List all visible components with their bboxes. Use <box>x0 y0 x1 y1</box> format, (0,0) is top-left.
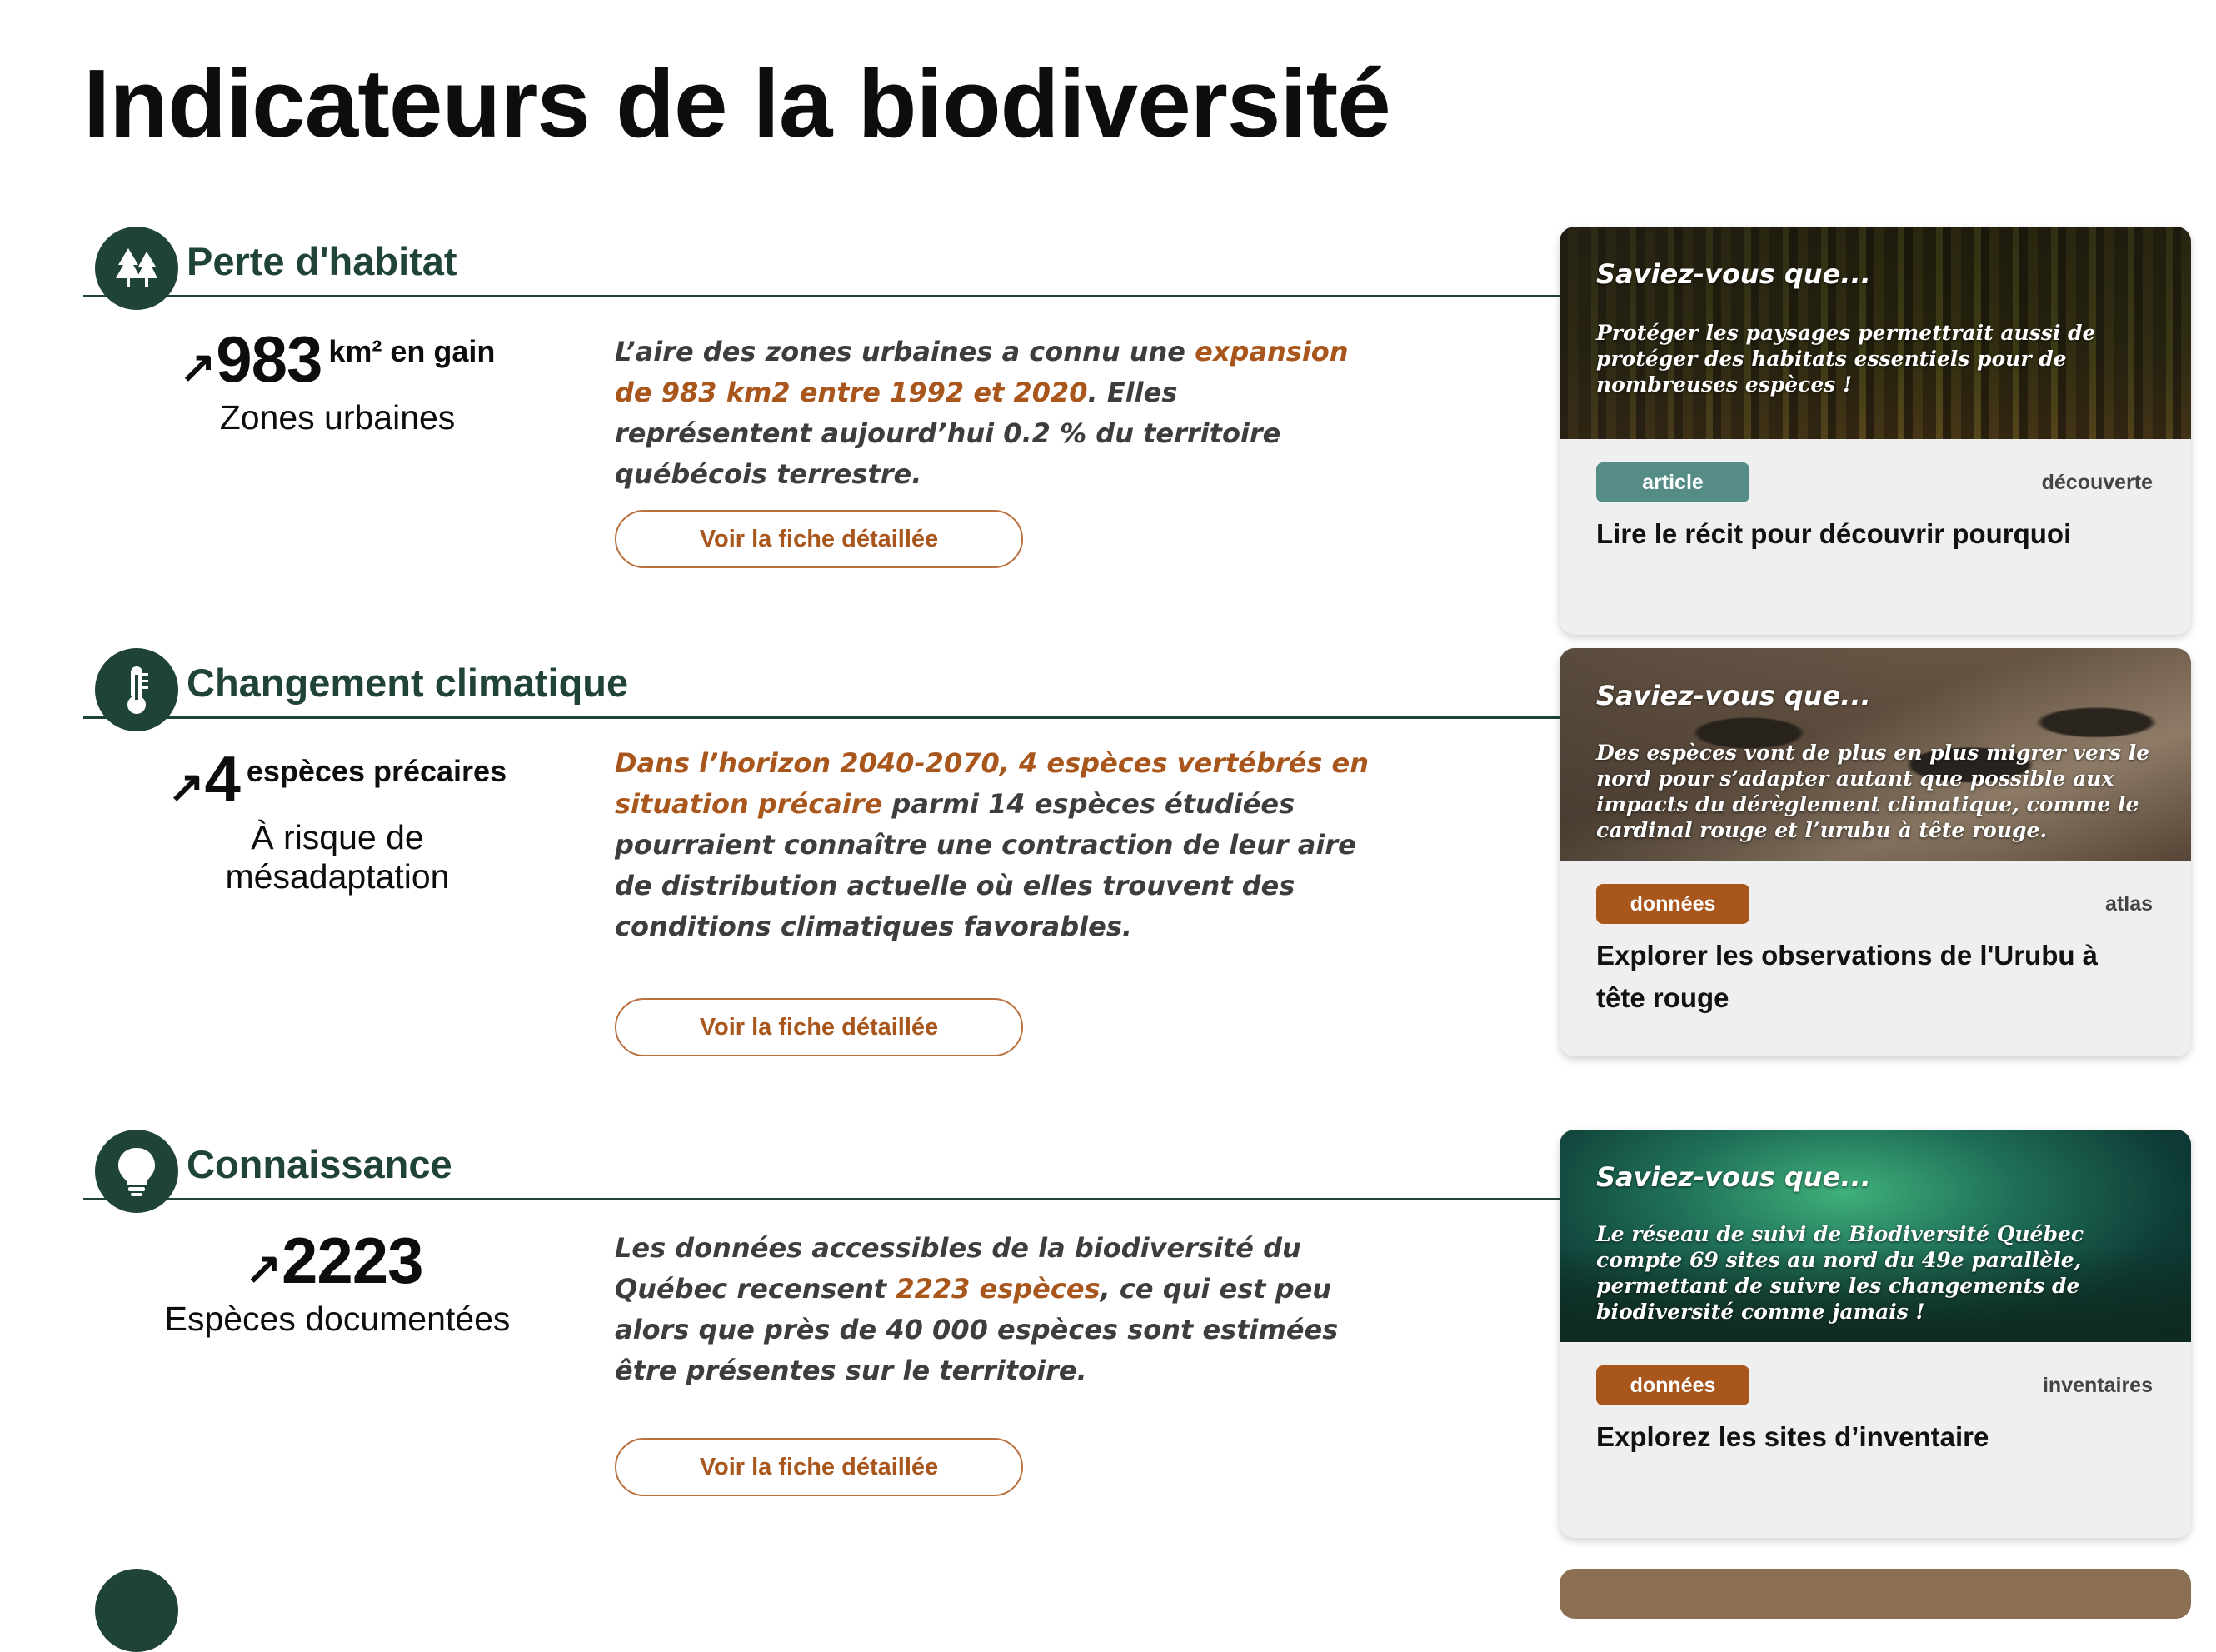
vultures-image: Saviez-vous que... Des espèces vont de p… <box>1560 648 2191 861</box>
section-climate-change: Changement climatique ↗4 espèces précaire… <box>0 648 1560 1081</box>
did-you-know-card[interactable]: Saviez-vous que... Des espèces vont de p… <box>1560 648 2191 1056</box>
card-fact: Des espèces vont de plus en plus migrer … <box>1596 741 2150 842</box>
section-description: Les données accessibles de la biodiversi… <box>615 1228 1381 1391</box>
type-badge: données <box>1596 1365 1749 1405</box>
stat-label: À risque de mésadaptation <box>225 818 450 896</box>
trend-up-arrow-icon: ↗ <box>245 1245 282 1293</box>
section-divider <box>83 1198 1560 1200</box>
card-question: Saviez-vous que... <box>1596 258 1871 290</box>
section-habitat-loss: Perte d'habitat ↗983 km² en gain Zones ur… <box>0 227 1560 626</box>
lightbulb-icon <box>95 1130 178 1213</box>
card-link[interactable]: Explorez les sites d’inventaire <box>1596 1415 2153 1458</box>
section-title: Connaissance <box>187 1142 452 1186</box>
category-label: atlas <box>2105 892 2153 916</box>
section-divider <box>83 716 1560 719</box>
section-title: Changement climatique <box>187 661 629 705</box>
type-badge: données <box>1596 884 1749 924</box>
trend-up-arrow-icon: ↗ <box>167 763 205 811</box>
card-fact: Le réseau de suivi de Biodiversité Québe… <box>1596 1222 2084 1324</box>
stat-value: 4 <box>204 742 240 816</box>
section-description: L’aire des zones urbaines a connu une ex… <box>615 332 1381 495</box>
stat-value: 983 <box>216 322 322 396</box>
section-divider <box>83 295 1560 297</box>
stat-unit: espèces précaires <box>246 754 507 788</box>
card-question: Saviez-vous que... <box>1596 680 1871 711</box>
category-label: découverte <box>2041 471 2153 494</box>
type-badge: article <box>1596 462 1749 502</box>
card-link[interactable]: Lire le récit pour découvrir pourquoi <box>1596 512 2153 555</box>
view-details-button[interactable]: Voir la fiche détaillée <box>615 998 1023 1056</box>
section-title: Perte d'habitat <box>187 239 457 283</box>
page-title: Indicateurs de la biodiversité <box>83 49 1391 157</box>
next-section-icon <box>95 1569 178 1652</box>
description-highlight: 2223 espèces <box>896 1273 1101 1305</box>
stat-block: ↗4 espèces précaires À risque de mésadapt… <box>150 746 525 896</box>
stat-label: Espèces documentées <box>164 1300 511 1338</box>
stat-value: 2223 <box>282 1224 424 1297</box>
did-you-know-card[interactable]: Saviez-vous que... Le réseau de suivi de… <box>1560 1130 2191 1538</box>
did-you-know-card[interactable]: Saviez-vous que... Protéger les paysages… <box>1560 227 2191 635</box>
stat-block: ↗983 km² en gain Zones urbaines <box>150 327 525 437</box>
thermometer-icon <box>95 648 178 731</box>
view-details-button[interactable]: Voir la fiche détaillée <box>615 1438 1023 1496</box>
stat-label: Zones urbaines <box>219 398 456 437</box>
section-description: Dans l’horizon 2040-2070, 4 espèces vert… <box>615 743 1381 947</box>
card-link[interactable]: Explorer les observations de l'Urubu à t… <box>1596 934 2153 1019</box>
stat-block: ↗2223 Espèces documentées <box>150 1228 525 1339</box>
northern-lights-image: Saviez-vous que... Le réseau de suivi de… <box>1560 1130 2191 1342</box>
trees-icon <box>95 227 178 310</box>
section-knowledge: Connaissance ↗2223 Espèces documentées L… <box>0 1130 1560 1521</box>
trend-up-arrow-icon: ↗ <box>179 343 217 392</box>
card-fact: Protéger les paysages permettrait aussi … <box>1596 321 2096 397</box>
card-question: Saviez-vous que... <box>1596 1161 1871 1193</box>
next-card-image <box>1560 1569 2191 1619</box>
forest-image: Saviez-vous que... Protéger les paysages… <box>1560 227 2191 439</box>
view-details-button[interactable]: Voir la fiche détaillée <box>615 510 1023 568</box>
stat-unit: km² en gain <box>328 334 496 368</box>
category-label: inventaires <box>2042 1374 2153 1397</box>
description-text: L’aire des zones urbaines a connu une <box>615 336 1195 367</box>
